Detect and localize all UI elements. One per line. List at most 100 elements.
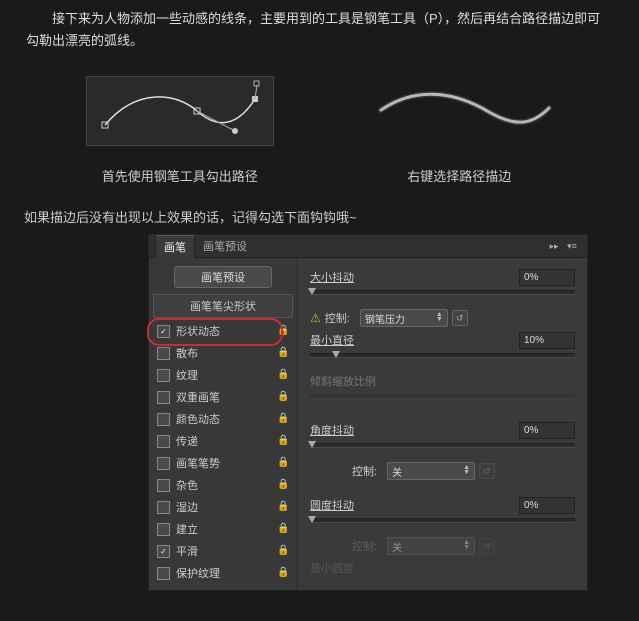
angle-jitter-row: 角度抖动 0% (310, 421, 575, 439)
lock-icon[interactable]: 🔒 (277, 369, 289, 381)
reset-icon-1[interactable]: ↺ (452, 310, 468, 326)
size-jitter-slider[interactable] (310, 290, 575, 295)
control-3-row: 控制: 关▲▼ ↺ (310, 537, 575, 555)
example-right-caption: 右键选择路径描边 (349, 166, 569, 185)
brush-tip-shape-button[interactable]: 画笔笔尖形状 (153, 294, 293, 318)
roundness-jitter-label: 圆度抖动 (310, 497, 408, 513)
control-label-2: 控制: (352, 463, 377, 479)
option-label: 画笔笔势 (176, 455, 277, 471)
option-label: 传递 (176, 433, 277, 449)
brush-options-list: 画笔预设 画笔笔尖形状 形状动态🔒散布🔒纹理🔒双重画笔🔒颜色动态🔒传递🔒画笔笔势… (149, 258, 298, 590)
lock-icon[interactable]: 🔒 (277, 479, 289, 491)
lock-icon[interactable]: 🔒 (277, 523, 289, 535)
lock-icon[interactable]: 🔒 (277, 413, 289, 425)
example-stroke-result: 右键选择路径描边 (349, 66, 569, 185)
control-dropdown-2[interactable]: 关▲▼ (387, 462, 475, 480)
option-label: 纹理 (176, 367, 277, 383)
tilt-scale-label: 倾斜缩放比例 (310, 373, 408, 389)
note-text: 如果描边后没有出现以上效果的话，记得勾选下面钩钩哦~ (0, 189, 639, 234)
checkbox[interactable] (157, 479, 170, 492)
min-diameter-slider[interactable] (310, 353, 575, 358)
brush-option-row[interactable]: 颜色动态🔒 (153, 408, 293, 430)
size-jitter-label: 大小抖动 (310, 269, 408, 285)
tab-brush-presets[interactable]: 画笔预设 (195, 235, 255, 257)
tilt-scale-row: 倾斜缩放比例 (310, 372, 575, 390)
control-2-row: 控制: 关▲▼ ↺ (310, 462, 575, 480)
lock-icon[interactable]: 🔒 (277, 545, 289, 557)
control-dropdown-1[interactable]: 钢笔压力▲▼ (360, 309, 448, 327)
lock-icon[interactable]: 🔒 (277, 457, 289, 469)
brush-option-row[interactable]: 画笔笔势🔒 (153, 452, 293, 474)
roundness-jitter-row: 圆度抖动 0% (310, 496, 575, 514)
brush-option-row[interactable]: 湿边🔒 (153, 496, 293, 518)
option-label: 建立 (176, 521, 277, 537)
control-label-1: 控制: (325, 310, 350, 326)
intro-paragraph: 接下来为人物添加一些动感的线条，主要用到的工具是钢笔工具（P），然后再结合路径描… (0, 0, 639, 60)
example-pen-path: 首先使用钢笔工具勾出路径 (70, 66, 290, 185)
brush-dynamics-settings: 大小抖动 0% ⚠ 控制: 钢笔压力▲▼ ↺ 最小直径 10% (298, 258, 587, 590)
min-roundness-row: 最小圆度 (310, 559, 575, 577)
min-diameter-value[interactable]: 10% (519, 332, 575, 349)
checkbox[interactable] (157, 369, 170, 382)
examples-row: 首先使用钢笔工具勾出路径 右键选择路径描边 (0, 60, 639, 189)
collapse-icon[interactable]: ▸▸ (545, 239, 563, 253)
brush-option-row[interactable]: 形状动态🔒 (153, 320, 293, 342)
stroke-curve-illustration (349, 66, 569, 156)
brush-option-row[interactable]: 杂色🔒 (153, 474, 293, 496)
option-label: 双重画笔 (176, 389, 277, 405)
checkbox[interactable] (157, 391, 170, 404)
size-jitter-value[interactable]: 0% (519, 269, 575, 286)
option-label: 平滑 (176, 543, 277, 559)
lock-icon[interactable]: 🔒 (277, 435, 289, 447)
angle-jitter-slider[interactable] (310, 443, 575, 448)
lock-icon[interactable]: 🔒 (277, 347, 289, 359)
lock-icon[interactable]: 🔒 (277, 325, 289, 337)
option-label: 杂色 (176, 477, 277, 493)
checkbox[interactable] (157, 501, 170, 514)
panel-menu-icon[interactable]: ▾≡ (563, 239, 581, 253)
reset-icon-3: ↺ (479, 538, 495, 554)
roundness-jitter-value[interactable]: 0% (519, 497, 575, 514)
checkbox[interactable] (157, 413, 170, 426)
brush-option-row[interactable]: 双重画笔🔒 (153, 386, 293, 408)
roundness-jitter-slider[interactable] (310, 518, 575, 523)
lock-icon[interactable]: 🔒 (277, 391, 289, 403)
checkbox[interactable] (157, 435, 170, 448)
min-diameter-row: 最小直径 10% (310, 331, 575, 349)
checkbox[interactable] (157, 567, 170, 580)
control-dropdown-3: 关▲▼ (387, 537, 475, 555)
lock-icon[interactable]: 🔒 (277, 567, 289, 579)
angle-jitter-label: 角度抖动 (310, 422, 408, 438)
option-label: 形状动态 (176, 323, 277, 339)
brush-option-row[interactable]: 散布🔒 (153, 342, 293, 364)
reset-icon-2: ↺ (479, 463, 495, 479)
tab-brush[interactable]: 画笔 (155, 235, 195, 258)
brush-option-row[interactable]: 平滑🔒 (153, 540, 293, 562)
option-label: 散布 (176, 345, 277, 361)
lock-icon[interactable]: 🔒 (277, 501, 289, 513)
angle-jitter-value[interactable]: 0% (519, 422, 575, 439)
brush-option-row[interactable]: 纹理🔒 (153, 364, 293, 386)
brush-panel: 画笔 画笔预设 ▸▸ ▾≡ 画笔预设 画笔笔尖形状 形状动态🔒散布🔒纹理🔒双重画… (148, 234, 588, 591)
tilt-scale-slider (310, 394, 575, 399)
control-label-3: 控制: (352, 538, 377, 554)
min-roundness-label: 最小圆度 (310, 560, 408, 576)
control-pen-pressure-row: ⚠ 控制: 钢笔压力▲▼ ↺ (310, 309, 575, 327)
checkbox[interactable] (157, 523, 170, 536)
checkbox[interactable] (157, 325, 170, 338)
pen-path-illustration (70, 66, 290, 156)
checkbox[interactable] (157, 347, 170, 360)
option-label: 保护纹理 (176, 565, 277, 581)
checkbox[interactable] (157, 457, 170, 470)
checkbox[interactable] (157, 545, 170, 558)
example-left-caption: 首先使用钢笔工具勾出路径 (70, 166, 290, 185)
min-diameter-label: 最小直径 (310, 332, 408, 348)
option-label: 颜色动态 (176, 411, 277, 427)
brush-option-row[interactable]: 保护纹理🔒 (153, 562, 293, 584)
size-jitter-row: 大小抖动 0% (310, 268, 575, 286)
brush-option-row[interactable]: 建立🔒 (153, 518, 293, 540)
brush-option-row[interactable]: 传递🔒 (153, 430, 293, 452)
warning-icon: ⚠ (310, 311, 321, 325)
brush-preset-button[interactable]: 画笔预设 (174, 266, 272, 288)
option-label: 湿边 (176, 499, 277, 515)
